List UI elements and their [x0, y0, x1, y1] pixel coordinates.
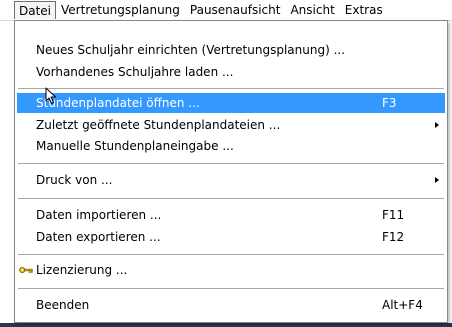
menu-item-label: Daten exportieren ... [36, 230, 161, 244]
menu-item-label: Stundenplandatei öffnen ... [36, 96, 200, 110]
submenu-arrow-icon [435, 122, 439, 128]
menu-item-daten-exportieren[interactable]: Daten exportieren ... F12 [17, 227, 445, 247]
menu-extras[interactable]: Extras [340, 1, 388, 19]
menu-item-zuletzt-geoeffnet[interactable]: Zuletzt geöffnete Stundenplandateien ... [17, 115, 445, 135]
datei-dropdown-menu: Neues Schuljahr einrichten (Vertretungsp… [14, 20, 448, 323]
menu-pausenaufsicht[interactable]: Pausenaufsicht [185, 1, 286, 19]
menu-item-shortcut: Alt+F4 [382, 298, 423, 312]
mouse-cursor-icon [45, 87, 56, 104]
menu-item-neues-schuljahr[interactable]: Neues Schuljahr einrichten (Vertretungsp… [17, 40, 445, 60]
menu-item-label: Daten importieren ... [36, 208, 162, 222]
menu-separator [18, 254, 444, 255]
menu-item-label: Vorhandenes Schuljahre laden ... [36, 65, 234, 79]
key-icon [19, 267, 33, 274]
menu-separator [18, 198, 444, 199]
menu-item-label: Manuelle Stundenplaneingabe ... [36, 139, 234, 153]
submenu-arrow-icon [435, 177, 439, 183]
menu-bar: Datei Vertretungsplanung Pausenaufsicht … [0, 0, 452, 21]
menu-item-beenden[interactable]: Beenden Alt+F4 [17, 295, 445, 315]
menu-item-stundenplandatei-oeffnen[interactable]: Stundenplandatei öffnen ... F3 [17, 93, 445, 113]
menu-item-label: Druck von ... [36, 173, 113, 187]
menu-datei[interactable]: Datei [14, 1, 57, 19]
menu-separator [18, 288, 444, 289]
menu-item-lizenzierung[interactable]: Lizenzierung ... [17, 260, 445, 280]
background-window-strip [0, 323, 452, 327]
menu-item-manuelle-eingabe[interactable]: Manuelle Stundenplaneingabe ... [17, 136, 445, 156]
menu-item-label: Neues Schuljahr einrichten (Vertretungsp… [36, 43, 346, 57]
menu-separator [18, 88, 444, 89]
menu-item-daten-importieren[interactable]: Daten importieren ... F11 [17, 205, 445, 225]
menu-item-shortcut: F3 [382, 96, 397, 110]
menu-item-shortcut: F12 [382, 230, 405, 244]
menu-vertretungsplanung[interactable]: Vertretungsplanung [56, 1, 185, 19]
menu-separator [18, 163, 444, 164]
menu-item-label: Zuletzt geöffnete Stundenplandateien ... [36, 118, 281, 132]
menu-item-label: Beenden [36, 298, 90, 312]
menu-ansicht[interactable]: Ansicht [285, 1, 339, 19]
menu-item-druck-von[interactable]: Druck von ... [17, 170, 445, 190]
menu-item-shortcut: F11 [382, 208, 405, 222]
menu-item-label: Lizenzierung ... [36, 263, 128, 277]
menu-item-schuljahr-laden[interactable]: Vorhandenes Schuljahre laden ... [17, 62, 445, 82]
